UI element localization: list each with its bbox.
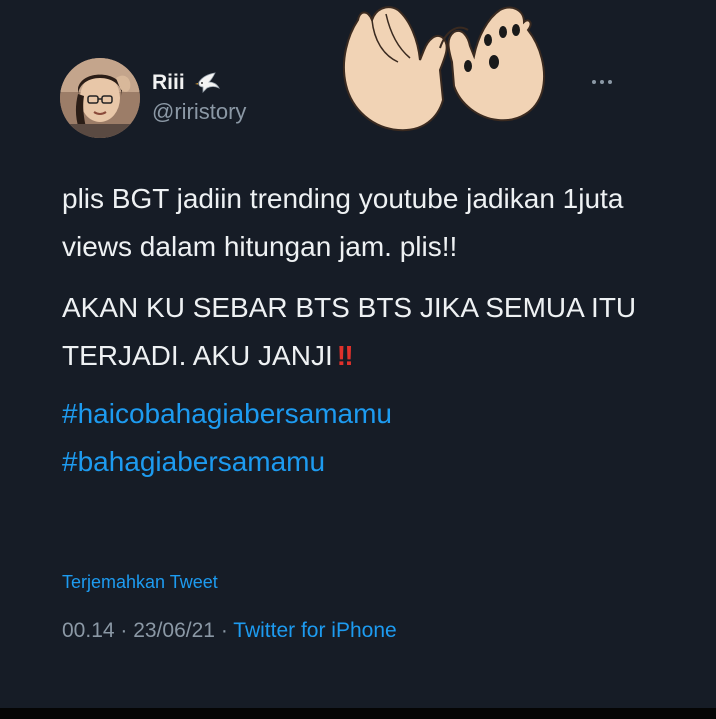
tweet-date: 23/06/21 bbox=[133, 619, 215, 642]
tweet-source-link[interactable]: Twitter for iPhone bbox=[233, 619, 396, 642]
meta-separator-2: · bbox=[214, 619, 234, 642]
hashtag-link-2[interactable]: #bahagiabersamamu bbox=[62, 438, 662, 486]
bottom-bar bbox=[0, 708, 716, 719]
more-dots-icon[interactable] bbox=[588, 72, 616, 92]
dove-icon bbox=[195, 72, 221, 93]
display-name[interactable]: Riii bbox=[152, 70, 185, 96]
meta-separator: · bbox=[114, 619, 134, 642]
hashtag-link-1[interactable]: #haicobahagiabersamamu bbox=[62, 390, 662, 438]
translate-tweet-link[interactable]: Terjemahkan Tweet bbox=[62, 572, 218, 593]
avatar-photo bbox=[60, 58, 140, 138]
tweet-paragraph-2: AKAN KU SEBAR BTS BTS JIKA SEMUA ITU TER… bbox=[62, 284, 662, 380]
tweet-paragraph-1: plis BGT jadiin trending youtube jadikan… bbox=[62, 183, 624, 262]
pinky-promise-hands-icon bbox=[342, 6, 546, 132]
tweet-meta: 00.14 · 23/06/21 · Twitter for iPhone bbox=[62, 619, 397, 643]
double-exclamation-icon: ‼ bbox=[336, 340, 354, 371]
user-info[interactable]: Riii @riristory bbox=[152, 70, 246, 126]
tweet-body: plis BGT jadiin trending youtube jadikan… bbox=[62, 175, 662, 486]
avatar[interactable] bbox=[60, 58, 140, 138]
user-handle[interactable]: @riristory bbox=[152, 98, 246, 126]
tweet-screen: Riii @riristory plis BGT jadiin trending… bbox=[0, 0, 716, 708]
tweet-time: 00.14 bbox=[62, 619, 115, 642]
